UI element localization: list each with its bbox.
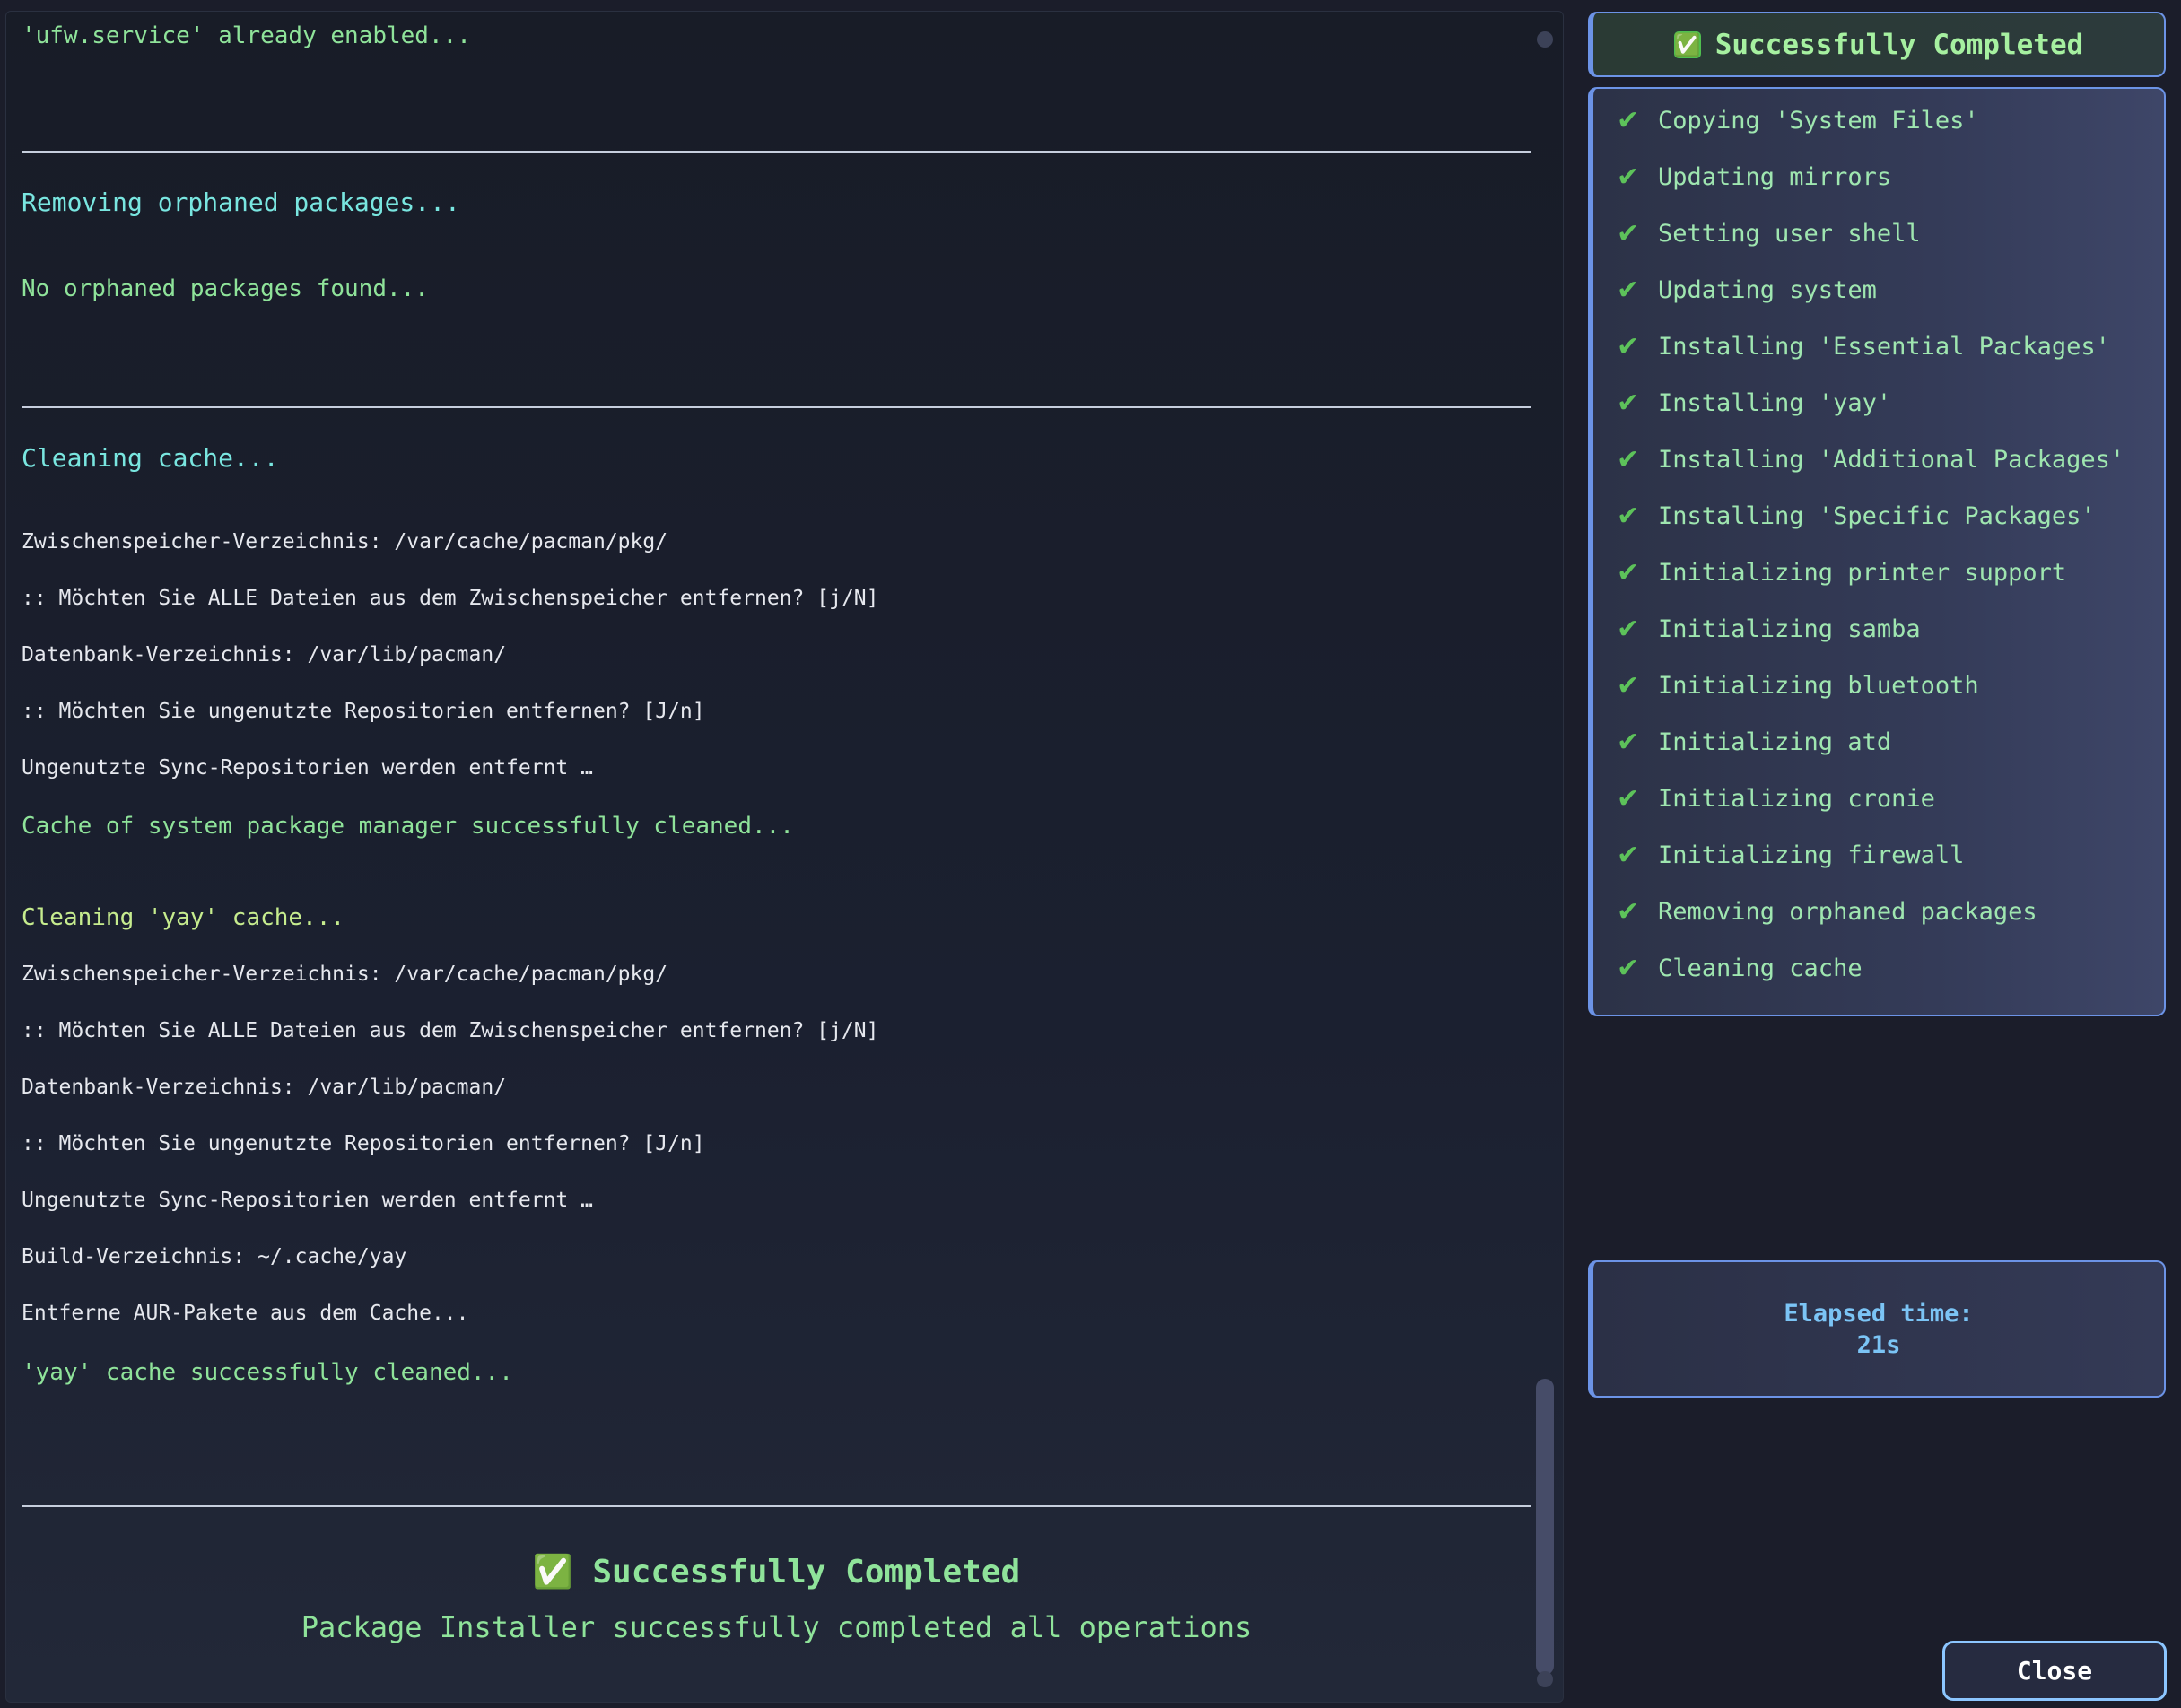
step-item: ✔ Initializing samba — [1617, 614, 1921, 645]
log-line: Zwischenspeicher-Verzeichnis: /var/cache… — [22, 963, 668, 986]
step-label: Installing 'Additional Packages' — [1658, 446, 2125, 474]
step-item: ✔ Cleaning cache — [1617, 953, 1863, 984]
check-icon: ✔ — [1617, 614, 1640, 645]
step-item: ✔ Initializing cronie — [1617, 783, 1935, 815]
final-status-title: ✅ Successfully Completed — [22, 1553, 1531, 1590]
close-button[interactable]: Close — [1942, 1641, 2167, 1701]
status-banner-text: Successfully Completed — [1714, 28, 2084, 61]
step-label: Cleaning cache — [1658, 954, 1863, 982]
scroll-up-arrow[interactable] — [1537, 31, 1553, 48]
step-item: ✔ Initializing bluetooth — [1617, 670, 1979, 702]
check-icon: ✔ — [1617, 331, 1640, 362]
check-icon: ✔ — [1617, 105, 1640, 136]
check-icon: ✔ — [1617, 670, 1640, 702]
check-icon: ✔ — [1617, 444, 1640, 475]
step-item: ✔ Installing 'Essential Packages' — [1617, 331, 2110, 362]
check-icon: ✔ — [1617, 727, 1640, 758]
log-line: Zwischenspeicher-Verzeichnis: /var/cache… — [22, 530, 668, 553]
section-heading: Removing orphaned packages... — [22, 187, 460, 217]
log-line: :: Möchten Sie ungenutzte Repositorien e… — [22, 700, 705, 723]
step-label: Initializing cronie — [1658, 785, 1935, 813]
check-icon: ✔ — [1617, 953, 1640, 984]
check-icon: ✔ — [1617, 896, 1640, 928]
check-icon: ✔ — [1617, 274, 1640, 306]
step-label: Copying 'System Files' — [1658, 107, 1979, 135]
step-label: Initializing atd — [1658, 728, 1892, 756]
step-label: Initializing printer support — [1658, 559, 2067, 587]
vertical-scrollbar[interactable] — [1535, 22, 1555, 1691]
step-item: ✔ Installing 'Specific Packages' — [1617, 501, 2096, 532]
scroll-down-arrow[interactable] — [1537, 1671, 1553, 1687]
log-line: No orphaned packages found... — [22, 275, 429, 302]
step-label: Installing 'yay' — [1658, 389, 1892, 417]
scroll-thumb[interactable] — [1536, 1379, 1554, 1675]
separator — [22, 1505, 1531, 1507]
step-item: ✔ Initializing firewall — [1617, 840, 1964, 871]
terminal-content: 'ufw.service' already enabled... Removin… — [22, 12, 1531, 1702]
step-label: Installing 'Essential Packages' — [1658, 333, 2110, 361]
final-status-subtitle: Package Installer successfully completed… — [301, 1610, 1252, 1644]
status-banner: ✅ Successfully Completed — [1588, 12, 2166, 77]
step-item: ✔ Copying 'System Files' — [1617, 105, 1979, 136]
step-item: ✔ Updating mirrors — [1617, 161, 1891, 193]
step-item: ✔ Initializing printer support — [1617, 557, 2066, 588]
log-line: :: Möchten Sie ALLE Dateien aus dem Zwis… — [22, 1019, 879, 1042]
step-item: ✔ Removing orphaned packages — [1617, 896, 2037, 928]
step-item: ✔ Installing 'yay' — [1617, 388, 1891, 419]
separator — [22, 406, 1531, 408]
elapsed-time-label: Elapsed time: — [1784, 1299, 1974, 1328]
step-item: ✔ Setting user shell — [1617, 218, 1921, 249]
step-label: Installing 'Specific Packages' — [1658, 502, 2096, 530]
log-line: :: Möchten Sie ALLE Dateien aus dem Zwis… — [22, 587, 879, 610]
log-line: Datenbank-Verzeichnis: /var/lib/pacman/ — [22, 1076, 507, 1099]
check-icon: ✔ — [1617, 501, 1640, 532]
log-line: Datenbank-Verzeichnis: /var/lib/pacman/ — [22, 643, 507, 667]
check-icon: ✔ — [1617, 218, 1640, 249]
step-label: Setting user shell — [1658, 220, 1921, 248]
check-icon: ✔ — [1617, 388, 1640, 419]
log-line: Ungenutzte Sync-Repositorien werden entf… — [22, 756, 593, 780]
step-item: ✔ Installing 'Additional Packages' — [1617, 444, 2124, 475]
step-label: Removing orphaned packages — [1658, 898, 2037, 926]
check-icon: ✔ — [1617, 161, 1640, 193]
log-line: Cache of system package manager successf… — [22, 813, 794, 840]
section-heading: Cleaning cache... — [22, 443, 279, 473]
step-label: Initializing bluetooth — [1658, 672, 1979, 700]
log-line: Cleaning 'yay' cache... — [22, 904, 345, 931]
steps-list: ✔ Copying 'System Files' ✔ Updating mirror… — [1588, 87, 2166, 1016]
separator — [22, 151, 1531, 152]
step-label: Updating system — [1658, 276, 1877, 304]
terminal-output-panel[interactable]: 'ufw.service' already enabled... Removin… — [5, 11, 1564, 1703]
log-line: Entferne AUR-Pakete aus dem Cache... — [22, 1302, 469, 1325]
step-item: ✔ Initializing atd — [1617, 727, 1891, 758]
log-line: Ungenutzte Sync-Repositorien werden entf… — [22, 1189, 593, 1212]
checkmark-emoji-icon: ✅ — [1673, 30, 1701, 58]
step-label: Initializing samba — [1658, 615, 1921, 643]
log-line: 'ufw.service' already enabled... — [22, 22, 471, 49]
checkmark-emoji-icon: ✅ — [532, 1554, 573, 1590]
log-line: Build-Verzeichnis: ~/.cache/yay — [22, 1245, 407, 1268]
final-status-text: Successfully Completed — [592, 1554, 1021, 1590]
elapsed-time-card: Elapsed time: 21s — [1588, 1260, 2166, 1398]
log-line: :: Möchten Sie ungenutzte Repositorien e… — [22, 1132, 705, 1155]
step-label: Updating mirrors — [1658, 163, 1892, 191]
check-icon: ✔ — [1617, 840, 1640, 871]
check-icon: ✔ — [1617, 783, 1640, 815]
check-icon: ✔ — [1617, 557, 1640, 588]
step-item: ✔ Updating system — [1617, 274, 1877, 306]
elapsed-time-value: 21s — [1856, 1330, 1901, 1359]
log-line: 'yay' cache successfully cleaned... — [22, 1359, 513, 1386]
step-label: Initializing firewall — [1658, 841, 1965, 869]
